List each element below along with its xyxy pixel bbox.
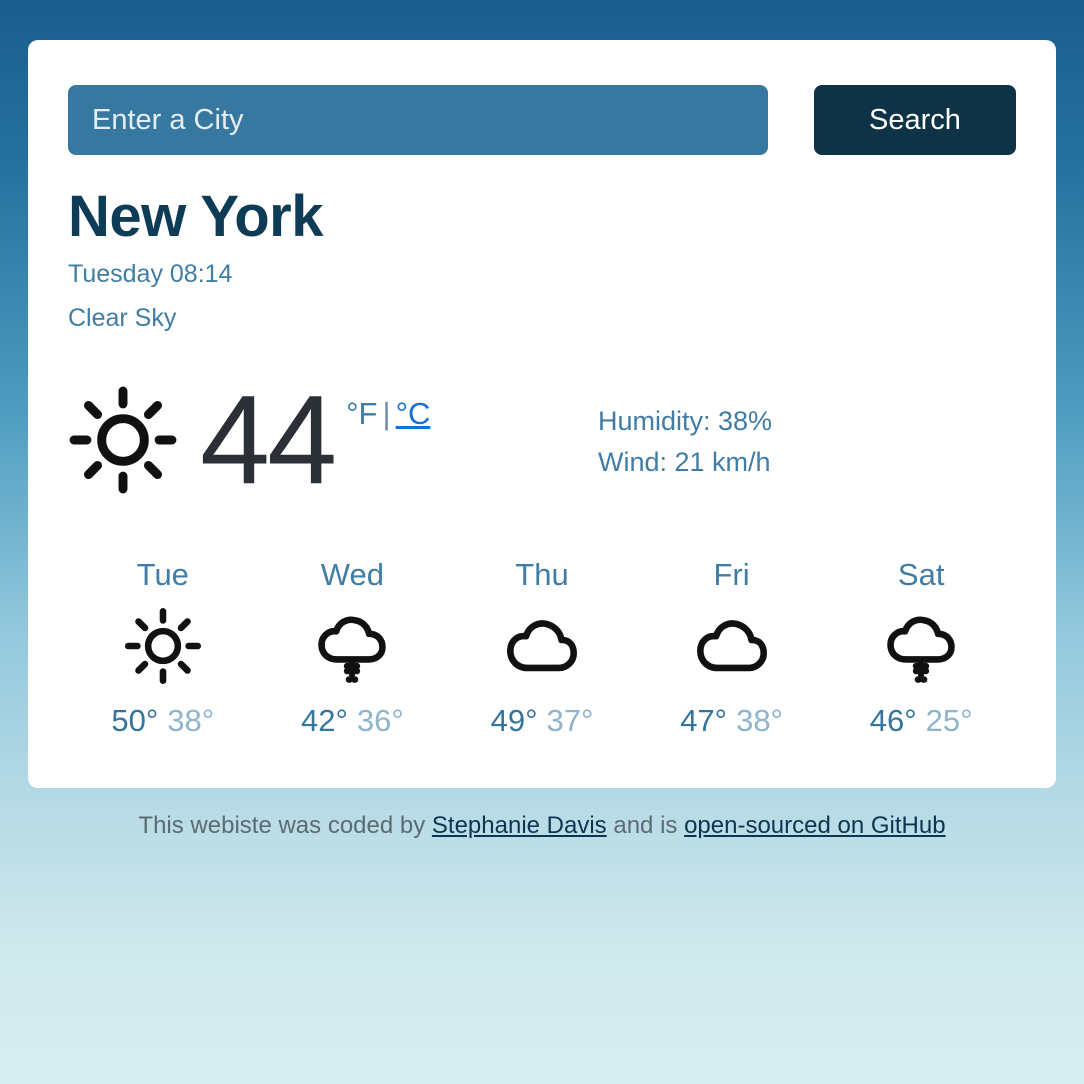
forecast-temp-max: 47° xyxy=(680,702,728,738)
forecast-day-label: Thu xyxy=(515,556,569,592)
current-details: Humidity: 38% Wind: 21 km/h xyxy=(598,397,772,482)
unit-separator: | xyxy=(382,395,391,431)
forecast-temps: 46° 25° xyxy=(826,703,1016,739)
current-conditions: 44 °F | °C Humidity: 38% Wind: 21 km/h xyxy=(68,375,1016,505)
footer-text-before: This webiste was coded by xyxy=(138,812,432,839)
current-temperature: 44 xyxy=(200,368,337,510)
forecast-day-label: Fri xyxy=(713,556,750,592)
city-name: New York xyxy=(68,184,323,249)
forecast-temp-min: 38° xyxy=(736,702,783,738)
forecast-day: Tue 50° 38° xyxy=(68,557,258,739)
forecast-temps: 47° 38° xyxy=(637,703,827,739)
cloud-snow-icon xyxy=(887,616,955,683)
forecast-temp-min: 36° xyxy=(356,702,404,738)
footer-text-middle: and is xyxy=(606,812,685,839)
search-button[interactable]: Search xyxy=(814,85,1016,155)
forecast-temp-min: 25° xyxy=(925,702,973,738)
forecast-temp-min: 38° xyxy=(167,702,215,738)
city-block: New York Tuesday 08:14 Clear Sky xyxy=(68,184,1016,333)
humidity-value: Humidity: 38% xyxy=(598,406,773,437)
forecast-temp-min: 37° xyxy=(546,702,594,738)
forecast-temp-max: 49° xyxy=(490,702,538,738)
cloud-icon xyxy=(696,620,767,672)
unit-celsius-link[interactable]: °C xyxy=(396,396,431,431)
search-row: Search xyxy=(68,85,1016,155)
current-temperature-group: 44 °F | °C xyxy=(68,368,568,510)
forecast-day: Fri 47° 38° xyxy=(637,557,827,739)
forecast-temp-max: 42° xyxy=(301,702,348,738)
forecast-day-label: Wed xyxy=(320,556,384,592)
sun-icon xyxy=(124,607,201,684)
cloud-snow-icon xyxy=(318,616,387,683)
wind-value: Wind: 21 km/h xyxy=(598,446,771,477)
search-input[interactable] xyxy=(68,85,768,155)
sun-icon xyxy=(69,386,177,494)
forecast-day: Sat 46° 25° xyxy=(826,557,1016,739)
forecast-day: Wed 42° 36° xyxy=(258,557,448,739)
forecast-day-label: Tue xyxy=(136,556,189,592)
unit-fahrenheit: °F xyxy=(346,395,378,431)
forecast-day: Thu 49° 37° xyxy=(447,557,637,739)
github-source-link[interactable]: open-sourced on GitHub xyxy=(684,812,946,839)
city-datetime: Tuesday 08:14 xyxy=(68,259,233,288)
unit-toggle: °F | °C xyxy=(346,396,430,432)
cloud-icon xyxy=(507,620,577,672)
forecast-temps: 49° 37° xyxy=(447,703,637,739)
footer: This webiste was coded by Stephanie Davi… xyxy=(0,812,1084,840)
forecast-temps: 50° 38° xyxy=(68,703,258,739)
forecast-temp-max: 46° xyxy=(869,702,917,738)
weather-description: Clear Sky xyxy=(68,303,177,332)
forecast-day-label: Sat xyxy=(897,556,945,592)
weather-card: Search New York Tuesday 08:14 Clear Sky xyxy=(28,40,1056,788)
forecast-row: Tue 50° 38° Wed 42° 36° Thu 49° 37° Fri … xyxy=(68,557,1016,739)
forecast-temps: 42° 36° xyxy=(258,703,448,739)
forecast-temp-max: 50° xyxy=(111,702,159,738)
author-link[interactable]: Stephanie Davis xyxy=(432,812,607,839)
